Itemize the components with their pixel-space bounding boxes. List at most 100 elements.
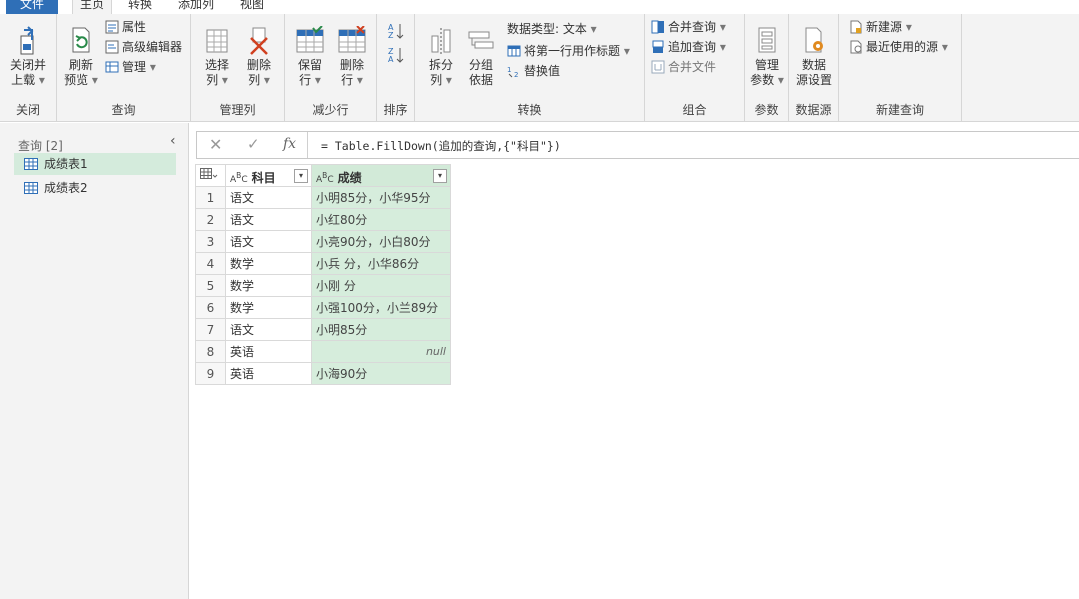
cell-score[interactable]: 小明85分 [311,318,451,341]
chevron-down-icon: ▾ [716,20,726,34]
group-transform: 拆分 列 ▾ 分组 依据 数据类型: 文本 ▾ 将第一行用作标题 ▾ 1 2 替换值… [415,14,645,122]
table-row: 7 语文 小明85分 [195,318,451,341]
query-item-label: 成绩表2 [44,181,88,195]
group-new-query: 新建源 ▾ 最近使用的源 ▾ 新建查询 [839,14,962,122]
manage-button[interactable]: 管理 ▾ [105,58,156,76]
tab-view[interactable]: 视图 [240,0,264,14]
filter-dropdown-icon[interactable]: ▾ [433,168,447,183]
table-row: 9 英语 小海90分 [195,362,451,385]
table-row: 1 语文 小明85分，小华95分 [195,186,451,209]
manage-parameters-button[interactable]: 管理 参数 ▾ [747,26,787,88]
new-source-button[interactable]: 新建源 ▾ [849,18,912,36]
tab-home[interactable]: 主页 [72,0,112,14]
group-reduce-rows: 保留 行 ▾ 删除 行 ▾ 减少行 [285,14,377,122]
row-number[interactable]: 2 [195,208,226,231]
sort-ascending-button[interactable]: AZ [387,22,405,42]
tab-file[interactable]: 文件 [6,0,58,14]
refresh-preview-button[interactable]: 刷新 预览 ▾ [61,26,101,88]
cell-subject[interactable]: 数学 [225,252,312,275]
close-and-load-button[interactable]: 关闭并 上载 ▾ [4,26,52,88]
cell-score[interactable]: 小强100分，小兰89分 [311,296,451,319]
advanced-editor-icon [105,40,119,54]
replace-values-icon: 12 [507,66,518,79]
merge-queries-icon [651,20,664,34]
table-menu-icon [200,168,218,179]
cell-subject[interactable]: 语文 [225,186,312,209]
cell-score[interactable]: 小红80分 [311,208,451,231]
cancel-formula-icon[interactable]: ✕ [209,135,222,154]
fx-icon[interactable]: fx [283,136,296,152]
row-number[interactable]: 7 [195,318,226,341]
sort-descending-button[interactable]: ZA [387,46,405,66]
remove-columns-button[interactable]: 删除 列 ▾ [241,26,277,88]
properties-label: 属性 [122,20,147,34]
cell-score[interactable]: 小明85分，小华95分 [311,186,451,209]
table-header-icon [507,45,521,57]
refresh-icon [72,27,90,53]
group-manage-columns: 选择 列 ▾ 删除 列 ▾ 管理列 [191,14,285,122]
column-header-label: 科目 [251,170,276,185]
column-header-score[interactable]: ABC 成绩 ▾ [311,164,451,187]
row-number[interactable]: 3 [195,230,226,253]
query-item-score-table-2[interactable]: 成绩表2 [14,177,176,199]
cell-subject[interactable]: 英语 [225,362,312,385]
cell-score[interactable]: 小亮90分，小白80分 [311,230,451,253]
chevron-down-icon: ▾ [716,40,726,54]
combine-files-button[interactable]: 合并文件 [651,58,716,76]
cell-subject[interactable]: 语文 [225,208,312,231]
split-column-button[interactable]: 拆分 列 ▾ [423,26,459,88]
collapse-pane-icon[interactable]: ‹ [170,133,176,149]
table-row: 3 语文 小亮90分，小白80分 [195,230,451,253]
choose-columns-icon [206,29,228,53]
cell-subject[interactable]: 语文 [225,230,312,253]
group-label-data-source: 数据源 [795,103,832,117]
query-item-score-table-1[interactable]: 成绩表1 [14,153,176,175]
row-number[interactable]: 1 [195,186,226,209]
table-row: 6 数学 小强100分，小兰89分 [195,296,451,319]
row-number[interactable]: 9 [195,362,226,385]
cell-subject[interactable]: 数学 [225,296,312,319]
row-number[interactable]: 4 [195,252,226,275]
formula-text[interactable]: = Table.FillDown(追加的查询,{"科目"}) [321,138,561,154]
table-menu-corner[interactable] [195,164,226,187]
append-queries-label: 追加查询 [668,40,717,54]
advanced-editor-button[interactable]: 高级编辑器 [105,38,182,56]
cell-subject[interactable]: 语文 [225,318,312,341]
choose-columns-button[interactable]: 选择 列 ▾ [199,26,235,88]
properties-button[interactable]: 属性 [105,18,146,36]
text-type-icon[interactable]: ABC [316,171,334,185]
group-by-button[interactable]: 分组 依据 [463,26,499,88]
confirm-formula-icon[interactable]: ✓ [247,135,260,153]
svg-text:Z: Z [388,31,394,40]
tab-add-column[interactable]: 添加列 [178,0,214,14]
replace-values-button[interactable]: 1 2 替换值 [507,62,560,80]
text-type-icon[interactable]: ABC [230,171,248,185]
row-number[interactable]: 5 [195,274,226,297]
keep-rows-button[interactable]: 保留 行 ▾ [291,26,329,88]
data-source-settings-button[interactable]: 数据 源设置 [791,26,837,88]
group-by-label: 分组 依据 [468,58,493,87]
cell-score[interactable]: 小刚 分 [311,274,451,297]
cell-subject[interactable]: 英语 [225,340,312,363]
remove-rows-button[interactable]: 删除 行 ▾ [333,26,371,88]
data-source-settings-label: 数据 源设置 [795,58,832,87]
row-number[interactable]: 6 [195,296,226,319]
chevron-down-icon: ▾ [938,40,948,54]
filter-dropdown-icon[interactable]: ▾ [294,168,308,183]
cell-score[interactable]: 小兵 分，小华86分 [311,252,451,275]
cell-score-null[interactable]: null [311,340,451,363]
recent-sources-button[interactable]: 最近使用的源 ▾ [849,38,948,56]
cell-score[interactable]: 小海90分 [311,362,451,385]
cell-subject[interactable]: 数学 [225,274,312,297]
recent-sources-label: 最近使用的源 [866,40,939,54]
merge-queries-button[interactable]: 合并查询 ▾ [651,18,726,36]
column-header-subject[interactable]: ABC 科目 ▾ [225,164,312,187]
tab-transform[interactable]: 转换 [128,0,152,14]
chevron-down-icon: ▾ [146,60,156,74]
data-type-dropdown[interactable]: 数据类型: 文本 ▾ [507,20,597,38]
append-queries-button[interactable]: 追加查询 ▾ [651,38,726,56]
row-number[interactable]: 8 [195,340,226,363]
group-label-query: 查询 [111,103,136,117]
use-first-row-headers-button[interactable]: 将第一行用作标题 ▾ [507,42,630,60]
manage-label: 管理 [122,60,147,74]
